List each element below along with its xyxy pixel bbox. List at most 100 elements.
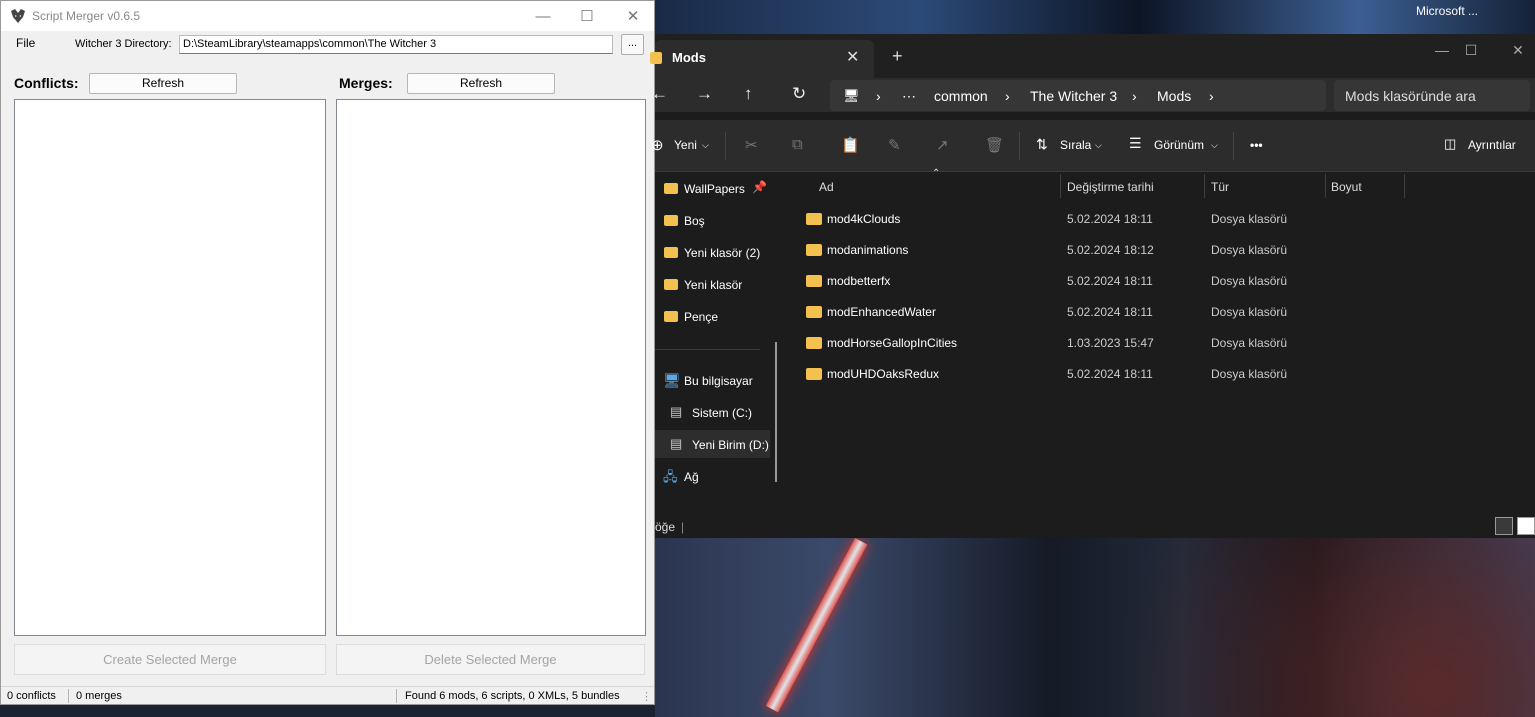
- folder-icon: [664, 183, 678, 194]
- breadcrumb-mods[interactable]: Mods: [1157, 88, 1191, 104]
- nav-item-ag[interactable]: 🖧 Ağ: [655, 462, 770, 490]
- forward-arrow-icon[interactable]: →: [696, 84, 713, 104]
- nav-scrollbar[interactable]: [775, 342, 777, 482]
- new-button[interactable]: Yeni: [674, 138, 697, 152]
- status-conflicts: 0 conflicts: [7, 690, 56, 702]
- maximize-button[interactable]: ☐: [1448, 38, 1494, 62]
- column-header-size[interactable]: Boyut: [1331, 180, 1362, 194]
- sort-icon: ⇅: [1036, 136, 1048, 152]
- file-date: 5.02.2024 18:12: [1067, 243, 1154, 257]
- tab-label: Mods: [672, 50, 706, 65]
- toolbar-separator: [1233, 132, 1234, 160]
- column-separator[interactable]: [1060, 174, 1061, 198]
- file-name: modHorseGallopInCities: [827, 336, 958, 350]
- explorer-title-bar[interactable]: Mods ✕ + — ☐ ✕: [650, 34, 1535, 78]
- more-crumbs-icon[interactable]: ⋯: [902, 88, 916, 105]
- maximize-button[interactable]: ☐: [564, 1, 610, 31]
- column-separator[interactable]: [1404, 174, 1405, 198]
- merges-label: Merges:: [339, 75, 393, 91]
- table-row[interactable]: modEnhancedWater 5.02.2024 18:11 Dosya k…: [788, 297, 1535, 325]
- close-button[interactable]: ✕: [1495, 38, 1535, 62]
- nav-separator: [655, 349, 760, 350]
- table-row[interactable]: modHorseGallopInCities 1.03.2023 15:47 D…: [788, 328, 1535, 356]
- drive-icon: ▤: [670, 436, 683, 451]
- status-merges: 0 merges: [76, 690, 122, 702]
- close-tab-icon[interactable]: ✕: [846, 47, 859, 67]
- item-count-text: öğe: [655, 520, 676, 534]
- new-tab-icon[interactable]: +: [892, 46, 903, 67]
- conflicts-list[interactable]: [14, 99, 326, 636]
- table-row[interactable]: mod4kClouds 5.02.2024 18:11 Dosya klasör…: [788, 204, 1535, 232]
- nav-item-sistem-c[interactable]: ▤ Sistem (C:): [655, 398, 770, 426]
- column-header-type[interactable]: Tür: [1211, 180, 1229, 194]
- taskbar-window-label[interactable]: Microsoft ...: [1416, 4, 1478, 18]
- chevron-down-icon: ⌵: [702, 140, 709, 150]
- nav-item-wallpapers[interactable]: WallPapers 📌: [655, 174, 770, 202]
- directory-label: Witcher 3 Directory:: [75, 38, 172, 50]
- rename-icon[interactable]: ✎: [888, 136, 901, 154]
- column-separator[interactable]: [1325, 174, 1326, 198]
- browse-button[interactable]: ...: [621, 34, 644, 55]
- nav-item-bos[interactable]: Boş: [655, 206, 770, 234]
- view-button[interactable]: Görünüm: [1154, 138, 1204, 152]
- refresh-conflicts-button[interactable]: Refresh: [89, 73, 237, 94]
- more-options-icon[interactable]: •••: [1250, 138, 1263, 152]
- tab-mods[interactable]: Mods ✕: [650, 40, 874, 78]
- copy-icon[interactable]: ⧉: [792, 136, 803, 153]
- table-row[interactable]: modbetterfx 5.02.2024 18:11 Dosya klasör…: [788, 266, 1535, 294]
- close-button[interactable]: ✕: [610, 1, 656, 31]
- nav-item-yeni-birim-d[interactable]: ▤ Yeni Birim (D:): [655, 430, 770, 458]
- nav-item-bu-bilgisayar[interactable]: 🖥 Bu bilgisayar: [655, 366, 770, 394]
- search-input[interactable]: Mods klasöründe ara: [1334, 80, 1530, 111]
- directory-input[interactable]: D:\SteamLibrary\steamapps\common\The Wit…: [179, 35, 613, 54]
- column-header-name[interactable]: Ad: [819, 180, 834, 194]
- column-separator[interactable]: [1204, 174, 1205, 198]
- wolf-logo-icon: [11, 9, 25, 23]
- address-bar[interactable]: 🖥 › ⋯ common › The Witcher 3 › Mods ›: [830, 80, 1326, 111]
- details-button[interactable]: Ayrıntılar: [1468, 138, 1516, 152]
- title-bar[interactable]: Script Merger v0.6.5 — ☐ ✕: [1, 1, 654, 31]
- nav-item-yeni-klasor[interactable]: Yeni klasör: [655, 270, 770, 298]
- navigation-pane: WallPapers 📌 Boş Yeni klasör (2) Yeni kl…: [655, 172, 780, 512]
- resize-grip-icon[interactable]: ⋮: [641, 690, 652, 703]
- file-date: 5.02.2024 18:11: [1067, 367, 1153, 381]
- sort-button[interactable]: Sırala: [1060, 138, 1091, 152]
- nav-item-yeni-klasor-2[interactable]: Yeni klasör (2): [655, 238, 770, 266]
- refresh-merges-button[interactable]: Refresh: [407, 73, 555, 94]
- file-type: Dosya klasörü: [1211, 305, 1288, 319]
- file-name: modbetterfx: [827, 274, 891, 288]
- delete-icon[interactable]: 🗑: [985, 136, 1004, 154]
- file-type: Dosya klasörü: [1211, 367, 1288, 381]
- new-plus-icon[interactable]: ⊕: [651, 136, 664, 154]
- paste-icon[interactable]: 📋: [841, 136, 860, 154]
- file-name: modEnhancedWater: [827, 305, 936, 319]
- refresh-icon[interactable]: ↻: [792, 84, 806, 104]
- folder-icon: [806, 337, 822, 349]
- folder-icon: [664, 215, 678, 226]
- tiles-view-icon[interactable]: [1517, 517, 1535, 535]
- column-header-date[interactable]: Değiştirme tarihi: [1067, 180, 1154, 194]
- table-row[interactable]: modanimations 5.02.2024 18:12 Dosya klas…: [788, 235, 1535, 263]
- merges-list[interactable]: [336, 99, 646, 636]
- back-arrow-icon[interactable]: ←: [651, 84, 668, 104]
- create-merge-button[interactable]: Create Selected Merge: [14, 644, 326, 675]
- breadcrumb-common[interactable]: common: [934, 88, 988, 104]
- conflicts-label: Conflicts:: [14, 75, 79, 91]
- status-separator: |: [681, 520, 685, 534]
- computer-icon: 🖥: [663, 372, 681, 388]
- file-date: 1.03.2023 15:47: [1067, 336, 1154, 350]
- folder-icon: [664, 247, 678, 258]
- up-arrow-icon[interactable]: ↑: [744, 84, 753, 104]
- table-row[interactable]: modUHDOaksRedux 5.02.2024 18:11 Dosya kl…: [788, 359, 1535, 387]
- pin-icon[interactable]: 📌: [752, 180, 767, 194]
- menu-file[interactable]: File: [16, 36, 35, 50]
- minimize-button[interactable]: —: [520, 1, 566, 31]
- cut-icon[interactable]: ✂: [745, 136, 758, 154]
- breadcrumb-witcher[interactable]: The Witcher 3: [1030, 88, 1117, 104]
- details-view-icon[interactable]: [1495, 517, 1513, 535]
- delete-merge-button[interactable]: Delete Selected Merge: [336, 644, 645, 675]
- status-separator: [396, 689, 397, 703]
- share-icon[interactable]: ↗: [936, 136, 949, 154]
- chevron-right-icon: ›: [1209, 88, 1214, 104]
- nav-item-pence[interactable]: Pençe: [655, 302, 770, 330]
